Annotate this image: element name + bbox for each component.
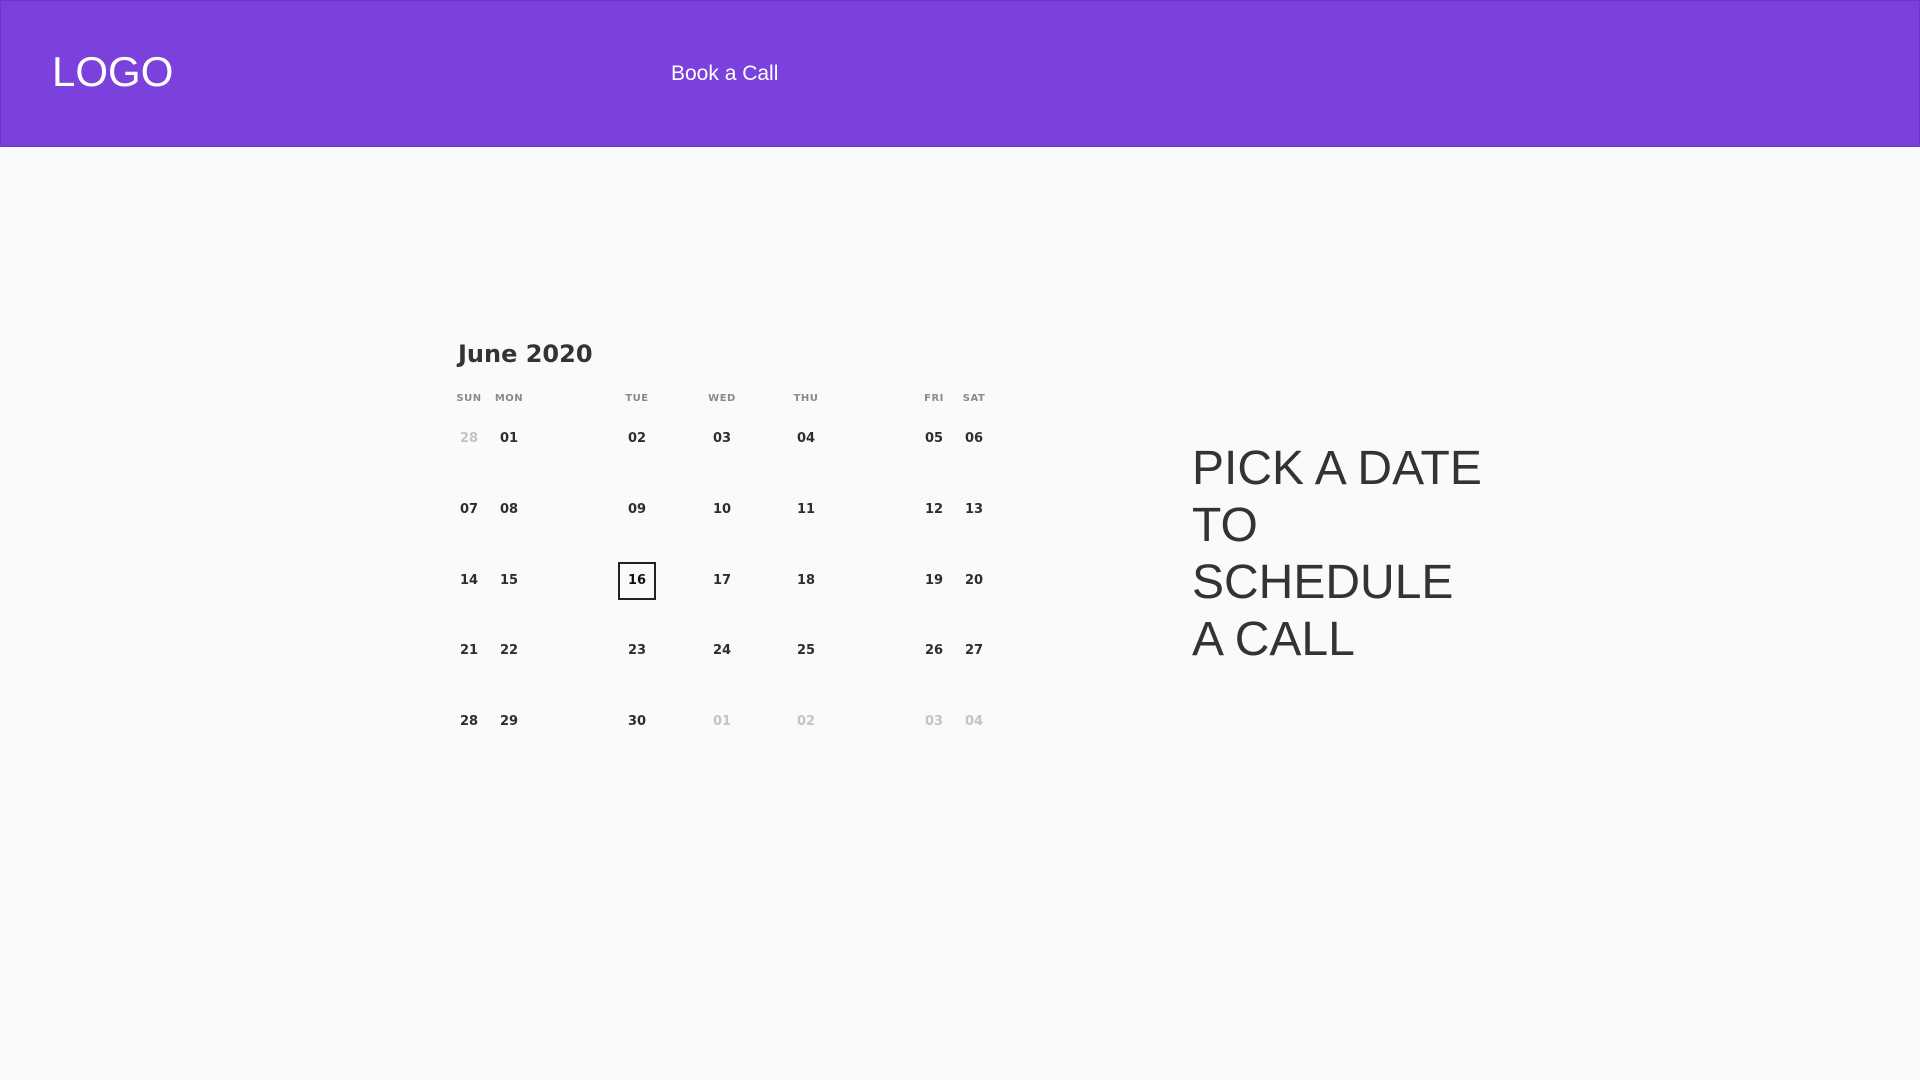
weekday-label-sun: SUN: [456, 393, 482, 404]
calendar-day[interactable]: 09: [618, 491, 656, 529]
weekday-label-tue: TUE: [625, 393, 649, 404]
calendar-day[interactable]: 28: [450, 420, 488, 458]
calendar-day-selected[interactable]: 16: [618, 562, 656, 600]
calendar-day[interactable]: 14: [450, 562, 488, 600]
calendar-day[interactable]: 10: [703, 491, 741, 529]
calendar-day[interactable]: 29: [490, 703, 528, 741]
calendar-day[interactable]: 30: [618, 703, 656, 741]
calendar-day[interactable]: 17: [703, 562, 741, 600]
calendar-day[interactable]: 03: [915, 703, 953, 741]
calendar-day[interactable]: 02: [618, 420, 656, 458]
schedule-call-heading: PICK A DATE TO SCHEDULE A CALL: [1192, 440, 1522, 668]
cta-line: TO: [1192, 499, 1258, 552]
calendar-month-title: June 2020: [458, 340, 593, 368]
weekday-label-sat: SAT: [962, 393, 986, 404]
weekday-label-fri: FRI: [924, 393, 944, 404]
calendar-day[interactable]: 04: [955, 703, 993, 741]
top-header: LOGO Book a Call: [0, 0, 1920, 147]
calendar-day[interactable]: 19: [915, 562, 953, 600]
calendar-day[interactable]: 01: [490, 420, 528, 458]
calendar-day[interactable]: 28: [450, 703, 488, 741]
calendar-day[interactable]: 01: [703, 703, 741, 741]
calendar-day[interactable]: 24: [703, 632, 741, 670]
calendar-day[interactable]: 13: [955, 491, 993, 529]
calendar-day[interactable]: 04: [787, 420, 825, 458]
weekday-label-thu: THU: [793, 393, 819, 404]
calendar-day[interactable]: 11: [787, 491, 825, 529]
cta-line: PICK A DATE: [1192, 442, 1482, 495]
calendar-day[interactable]: 06: [955, 420, 993, 458]
nav-link-book-a-call[interactable]: Book a Call: [671, 62, 778, 86]
calendar-day[interactable]: 26: [915, 632, 953, 670]
cta-line: SCHEDULE: [1192, 556, 1454, 609]
calendar-day[interactable]: 18: [787, 562, 825, 600]
calendar-day[interactable]: 12: [915, 491, 953, 529]
logo[interactable]: LOGO: [52, 48, 173, 96]
calendar-day[interactable]: 05: [915, 420, 953, 458]
calendar-day[interactable]: 15: [490, 562, 528, 600]
calendar-day[interactable]: 02: [787, 703, 825, 741]
calendar-day[interactable]: 20: [955, 562, 993, 600]
calendar-day[interactable]: 03: [703, 420, 741, 458]
weekday-label-wed: WED: [708, 393, 736, 404]
calendar-day[interactable]: 27: [955, 632, 993, 670]
calendar-day[interactable]: 08: [490, 491, 528, 529]
calendar-day[interactable]: 23: [618, 632, 656, 670]
calendar-day[interactable]: 22: [490, 632, 528, 670]
cta-line: A CALL: [1192, 613, 1355, 666]
calendar-day[interactable]: 25: [787, 632, 825, 670]
calendar-day[interactable]: 21: [450, 632, 488, 670]
weekday-label-mon: MON: [494, 393, 524, 404]
calendar-day[interactable]: 07: [450, 491, 488, 529]
